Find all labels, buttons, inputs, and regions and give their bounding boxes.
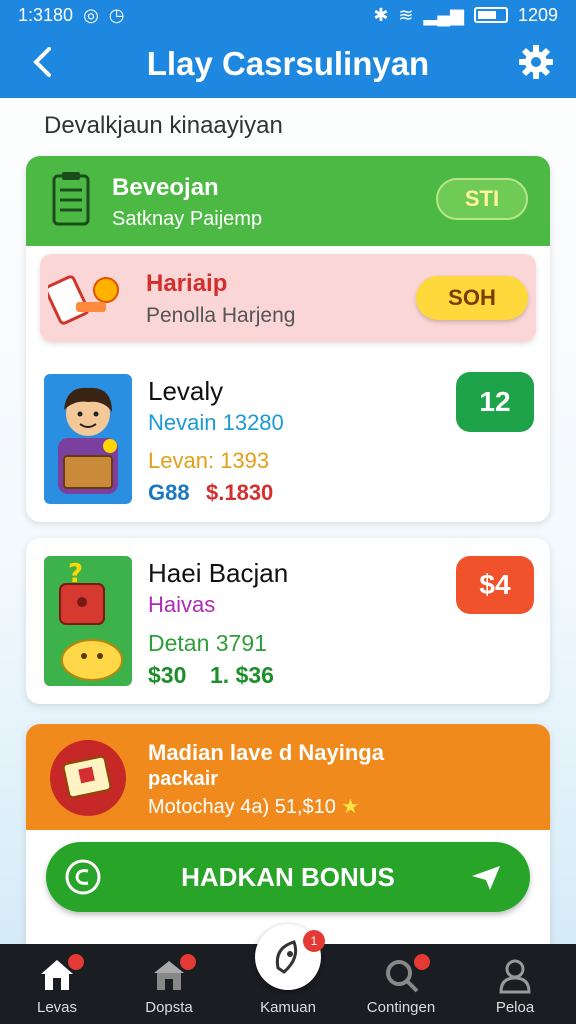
user-icon: [499, 959, 531, 994]
promo-meta: Motochay 4a) 51,$10 ★: [148, 794, 359, 819]
nav-item-contingen[interactable]: Contingen: [346, 944, 456, 1024]
gift-card-icon: [50, 740, 126, 816]
offer-badge[interactable]: $4: [456, 556, 534, 614]
notification-icon: ◎: [83, 4, 99, 25]
offer-price-a: $30: [148, 662, 187, 688]
promo-meta-text: Motochay 4a) 51,$10: [148, 796, 336, 818]
settings-button[interactable]: [514, 40, 558, 84]
wifi-icon: ≋: [398, 4, 414, 25]
nav-item-levas[interactable]: Levas: [2, 944, 112, 1024]
alert-subtitle: Penolla Harjeng: [146, 304, 296, 327]
bonus-button-label: HADKAN BONUS: [181, 861, 395, 892]
offer-title: Levaly: [148, 376, 224, 406]
star-icon: ★: [341, 796, 360, 818]
offer-line1: Nevain 13280: [148, 410, 284, 435]
svg-text:?: ?: [68, 559, 83, 589]
notification-badge: [68, 954, 84, 970]
nav-item-kamuan[interactable]: 1 Kamuan: [233, 924, 343, 1024]
nav-item-dopsta[interactable]: Dopsta: [114, 944, 224, 1024]
promo-subtitle: packair: [148, 768, 219, 790]
app-bar: Llay Casrsulinyan: [0, 30, 576, 98]
alert-button[interactable]: SOH: [416, 276, 528, 320]
phone-gift-icon: [48, 275, 119, 325]
gift-bag-icon: ?: [59, 559, 123, 681]
nav-label: Peloa: [495, 999, 535, 1016]
send-icon: [472, 866, 500, 890]
offer-thumbnail: [44, 374, 132, 504]
notification-badge: [180, 954, 196, 970]
promo-title: Madian lave d Nayinga: [148, 740, 384, 765]
notification-badge: [414, 954, 430, 970]
status-bar: 1:3180 ◎ ◷ ✱ ≋ ▂▄▆ 1209: [0, 0, 576, 30]
offer-line2: Detan 3791: [148, 630, 267, 656]
back-button[interactable]: [22, 42, 62, 82]
gear-icon: [519, 45, 553, 79]
coin-icon: [65, 859, 101, 895]
bluetooth-icon: ✱: [373, 4, 389, 25]
top-card-subtitle: Satknay Paijemp: [112, 208, 263, 230]
top-card-title: Beveojan: [112, 174, 219, 201]
offer-card[interactable]: ? Haei Bacjan Haivas Detan 3791 $30 1. $…: [26, 538, 550, 704]
status-right-text: 1209: [517, 4, 558, 25]
offer-badge[interactable]: 12: [456, 372, 534, 432]
boy-with-box-icon: [58, 387, 118, 494]
offer-title: Haei Bacjan: [148, 558, 289, 588]
signal-icon: ▂▄▆: [423, 4, 464, 25]
notification-badge: 1: [303, 930, 325, 952]
offer-thumbnail: ?: [44, 556, 132, 686]
top-card-header: Beveojan Satknay Paijemp STI: [26, 156, 550, 246]
offer-row[interactable]: Levaly Nevain 13280 Levan: 1393 G88 $.18…: [26, 356, 550, 522]
offer-line1: Haivas: [148, 592, 216, 617]
offer-price-b: 1. $36: [210, 662, 274, 688]
status-time: 1:3180: [18, 4, 74, 25]
page-title: Llay Casrsulinyan: [146, 45, 430, 82]
alarm-icon: ◷: [108, 4, 125, 25]
rocket-icon: [275, 940, 298, 974]
bottom-nav: Levas Dopsta 1 Kamuan Contingen Peloa: [0, 924, 576, 1024]
offer-price-a: G88: [148, 480, 190, 505]
promo-card[interactable]: Madian lave d Nayinga packair Motochay 4…: [26, 724, 550, 830]
alert-row[interactable]: Hariaip Penolla Harjeng SOH: [40, 254, 536, 342]
alert-title: Hariaip: [146, 270, 228, 297]
nav-label: Levas: [36, 999, 78, 1016]
nav-label: Kamuan: [260, 999, 316, 1016]
bonus-button[interactable]: HADKAN BONUS: [46, 842, 530, 912]
section-label: Devalkjaun kinaayiyan: [44, 112, 283, 139]
top-card-button[interactable]: STI: [436, 178, 528, 220]
offer-price-b: $.1830: [206, 480, 274, 505]
battery-icon: [473, 7, 508, 23]
nav-item-peloa[interactable]: Peloa: [460, 944, 570, 1024]
offer-line2: Levan: 1393: [148, 448, 270, 473]
chevron-left-icon: [33, 47, 51, 77]
nav-label: Contingen: [366, 999, 436, 1016]
clipboard-icon: [52, 172, 90, 226]
nav-label: Dopsta: [145, 999, 193, 1016]
